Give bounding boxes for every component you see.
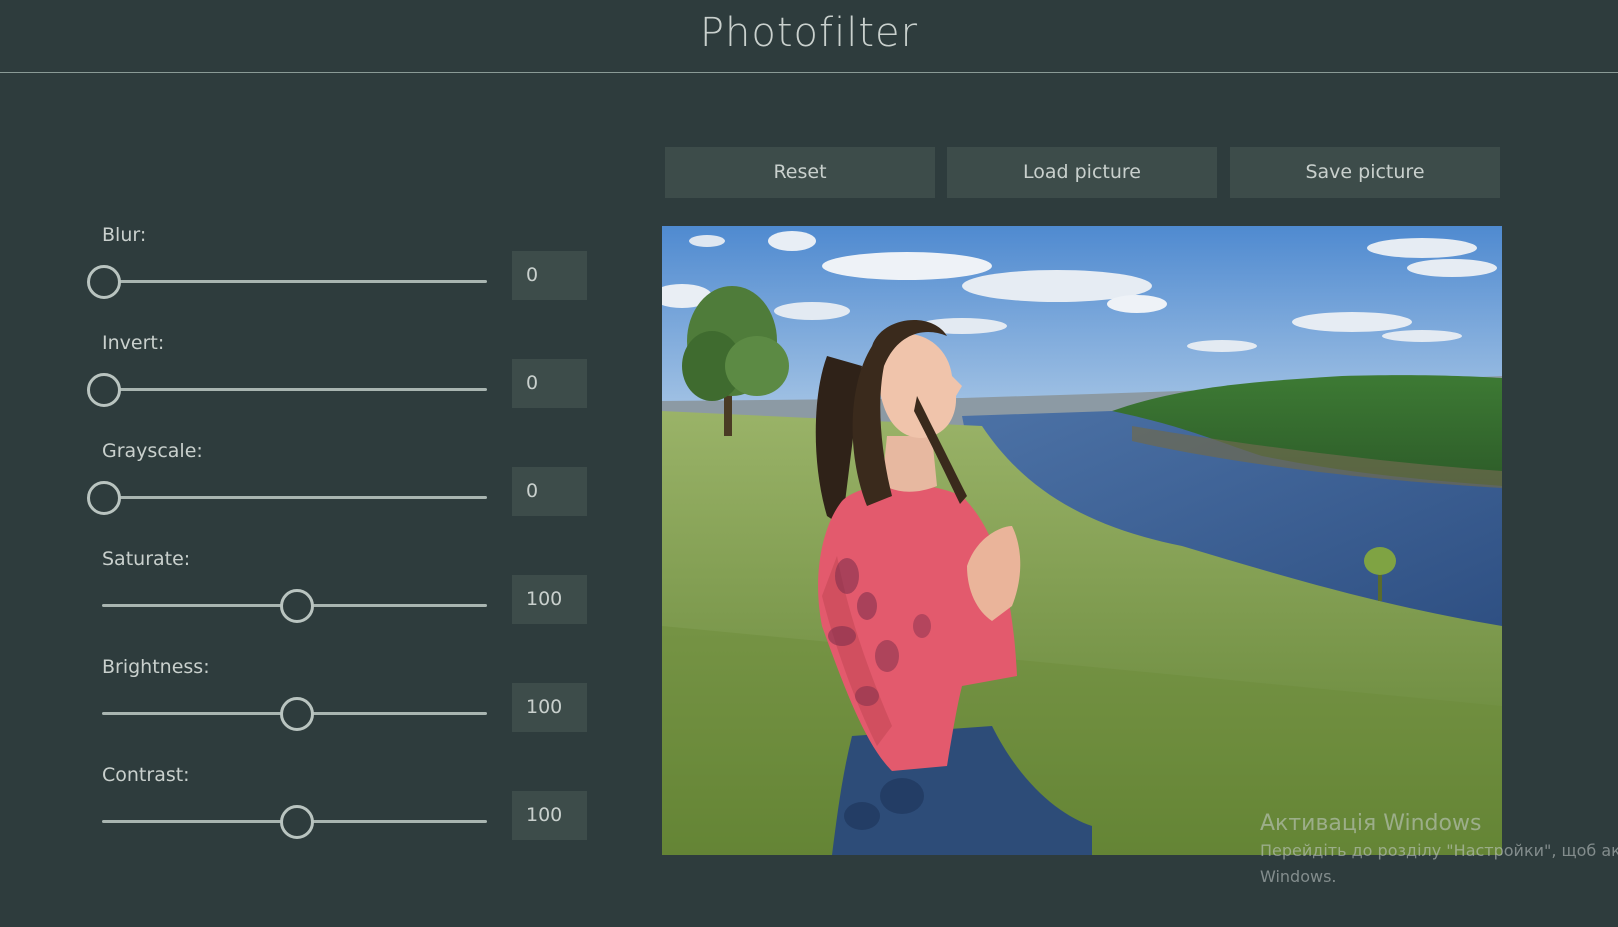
reset-button[interactable]: Reset — [665, 147, 935, 198]
photo-preview — [662, 226, 1502, 855]
filter-label: Grayscale: — [102, 440, 203, 462]
filter-contrast: Contrast: 100 — [102, 760, 592, 868]
filter-brightness: Brightness: 100 — [102, 652, 592, 760]
filter-blur: Blur: 0 — [87, 220, 592, 328]
filter-label: Blur: — [102, 224, 147, 246]
app-header: Photofilter — [0, 0, 1618, 73]
save-picture-button[interactable]: Save picture — [1230, 147, 1500, 198]
brightness-value-output: 100 — [512, 683, 587, 732]
slider-thumb[interactable] — [279, 805, 314, 839]
slider-thumb[interactable] — [87, 481, 121, 515]
invert-slider[interactable] — [87, 373, 487, 407]
contrast-slider[interactable] — [102, 805, 487, 839]
filter-label: Brightness: — [102, 656, 210, 678]
load-picture-button[interactable]: Load picture — [947, 147, 1217, 198]
filter-label: Contrast: — [102, 764, 190, 786]
filter-label: Invert: — [102, 332, 165, 354]
filter-saturate: Saturate: 100 — [102, 544, 592, 652]
contrast-value-output: 100 — [512, 791, 587, 840]
saturate-value-output: 100 — [512, 575, 587, 624]
slider-track — [102, 496, 487, 499]
brightness-slider[interactable] — [102, 697, 487, 731]
grayscale-slider[interactable] — [87, 481, 487, 515]
filter-label: Saturate: — [102, 548, 191, 570]
filter-invert: Invert: 0 — [87, 328, 592, 436]
slider-track — [102, 280, 487, 283]
watermark-line: Перейдіть до розділу "Настройки", щоб ак… — [1260, 841, 1618, 860]
saturate-slider[interactable] — [102, 589, 487, 623]
page-title: Photofilter — [699, 10, 919, 56]
filter-controls: Blur: 0 Invert: 0 Grayscale: 0 Saturate:… — [87, 220, 592, 868]
slider-thumb[interactable] — [279, 589, 314, 623]
watermark-title: Активація Windows — [1260, 811, 1482, 836]
slider-thumb[interactable] — [87, 265, 121, 299]
grayscale-value-output: 0 — [512, 467, 587, 516]
filter-grayscale: Grayscale: 0 — [87, 436, 592, 544]
blur-value-output: 0 — [512, 251, 587, 300]
slider-thumb[interactable] — [87, 373, 121, 407]
blur-slider[interactable] — [87, 265, 487, 299]
windows-activation-watermark: Активація Windows Перейдіть до розділу "… — [1260, 810, 1618, 890]
invert-value-output: 0 — [512, 359, 587, 408]
slider-track — [102, 388, 487, 391]
watermark-line: Windows. — [1260, 867, 1337, 886]
slider-thumb[interactable] — [279, 697, 314, 731]
